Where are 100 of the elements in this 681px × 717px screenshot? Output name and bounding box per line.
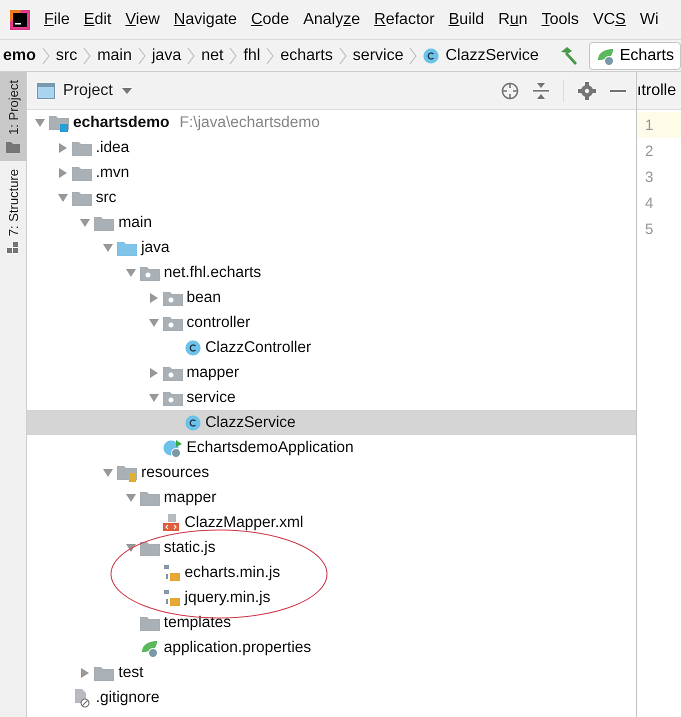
breadcrumb[interactable]: ClazzService	[417, 46, 545, 64]
app-logo-icon	[10, 10, 30, 30]
tree-item-label: service	[186, 388, 236, 406]
tree-item-label: EchartsdemoApplication	[186, 438, 354, 456]
breadcrumb[interactable]: service	[346, 46, 410, 64]
tree-row[interactable]: echartsdemo F:\java\echartsdemo	[27, 110, 636, 135]
chevron-icon	[187, 46, 196, 64]
chevron-icon	[229, 46, 238, 64]
tree-row[interactable]: net.fhl.echarts	[27, 260, 636, 285]
chevron-icon	[338, 46, 347, 64]
menu-item[interactable]: Wi	[640, 10, 658, 28]
breadcrumb[interactable]: net	[195, 46, 230, 64]
xml-file-icon	[162, 514, 180, 532]
menu-item[interactable]: View	[125, 10, 160, 28]
folder-icon	[94, 664, 114, 680]
menu-item[interactable]: Tools	[542, 10, 579, 28]
line-number: 5	[644, 220, 654, 240]
tree-row[interactable]: jquery.min.js	[27, 585, 636, 610]
tree-row[interactable]: resources	[27, 460, 636, 485]
tool-window-tab[interactable]: 1: Project	[0, 72, 26, 161]
collapsed-arrow-icon	[148, 366, 158, 378]
tree-row[interactable]: .mvn	[27, 160, 636, 185]
tree-row[interactable]: bean	[27, 285, 636, 310]
tree-row[interactable]: ClazzController	[27, 335, 636, 360]
chevron-icon	[409, 46, 418, 64]
tree-row[interactable]: .idea	[27, 135, 636, 160]
tool-window-tab[interactable]: 7: Structure	[0, 160, 26, 262]
tree-row[interactable]: EchartsdemoApplication	[27, 435, 636, 460]
tree-row[interactable]: src	[27, 185, 636, 210]
tree-item-label: ClazzMapper.xml	[184, 514, 304, 532]
expanded-arrow-icon	[34, 118, 46, 128]
window-icon	[37, 82, 55, 98]
breadcrumb[interactable]: src	[50, 46, 84, 64]
tree-item-label: bean	[186, 288, 221, 306]
menu-item[interactable]: Refactor	[374, 10, 435, 28]
tree-item-label: src	[96, 188, 116, 206]
tree-item-label: java	[141, 238, 170, 256]
run-configuration-button[interactable]: Echarts	[588, 42, 681, 70]
tree-item-label: mapper	[164, 488, 216, 506]
menu-item[interactable]: Code	[250, 10, 290, 28]
menu-item[interactable]: Navigate	[174, 10, 237, 28]
menu-item[interactable]: Build	[448, 10, 484, 28]
tree-row[interactable]: controller	[27, 310, 636, 335]
expanded-arrow-icon	[102, 468, 114, 478]
tree-item-label: resources	[141, 464, 210, 482]
breadcrumb[interactable]: emo	[0, 46, 42, 64]
folder-icon	[72, 190, 92, 206]
tree-row[interactable]: java	[27, 235, 636, 260]
tree-row[interactable]: service	[27, 385, 636, 410]
class-icon	[185, 414, 202, 430]
folder-icon	[72, 164, 92, 180]
tree-item-label: static.js	[164, 538, 216, 556]
tree-item-label: controller	[186, 314, 250, 332]
breadcrumb[interactable]: main	[91, 46, 138, 64]
menu-item[interactable]: Analyze	[303, 10, 360, 28]
tree-row[interactable]: test	[27, 660, 636, 685]
breadcrumb[interactable]: echarts	[274, 46, 339, 64]
menu-item[interactable]: Edit	[84, 10, 112, 28]
package-folder-icon	[162, 390, 182, 406]
hammer-icon	[558, 46, 579, 66]
class-icon	[185, 340, 202, 356]
chevron-icon	[42, 46, 50, 64]
chevron-icon	[83, 46, 92, 64]
expanded-arrow-icon	[124, 492, 137, 502]
line-number: 4	[644, 194, 654, 214]
tree-row[interactable]: application.properties	[27, 635, 636, 660]
tree-item-label: .gitignore	[96, 688, 160, 706]
tree-item-label: net.fhl.echarts	[164, 264, 262, 282]
menu-item[interactable]: VCS	[592, 10, 626, 28]
tree-row[interactable]: mapper	[27, 485, 636, 510]
breadcrumb[interactable]: java	[146, 46, 188, 64]
class-icon	[423, 48, 440, 64]
collapsed-arrow-icon	[80, 666, 90, 678]
tree-item-label: main	[118, 214, 152, 232]
tree-item-label: templates	[164, 614, 231, 632]
tree-row[interactable]: main	[27, 210, 636, 235]
folder-icon	[94, 214, 114, 230]
expanded-arrow-icon	[148, 392, 160, 402]
tree-item-label: .mvn	[96, 164, 130, 182]
tree-row[interactable]: echarts.min.js	[27, 560, 636, 585]
package-folder-icon	[162, 314, 182, 330]
menu-item[interactable]: Run	[498, 10, 528, 28]
tree-row[interactable]: ClazzService	[27, 410, 636, 435]
tree-row[interactable]: templates	[27, 610, 636, 635]
caret-icon	[120, 86, 133, 94]
expanded-arrow-icon	[124, 542, 137, 552]
menu-item[interactable]: File	[44, 10, 70, 28]
structure-icon	[7, 242, 19, 254]
tree-row[interactable]: .gitignore	[27, 685, 636, 710]
tree-row[interactable]: ClazzMapper.xml	[27, 510, 636, 535]
resources-folder-icon	[117, 464, 138, 482]
tree-row[interactable]: static.js	[27, 535, 636, 560]
chevron-icon	[266, 46, 274, 64]
view-dropdown[interactable]: Project	[63, 82, 133, 100]
tree-row[interactable]: mapper	[27, 360, 636, 385]
minimize-icon	[610, 88, 626, 92]
js-file-icon	[162, 564, 180, 582]
breadcrumb[interactable]: fhl	[237, 46, 266, 64]
expanded-arrow-icon	[148, 318, 160, 328]
expanded-arrow-icon	[56, 192, 69, 202]
